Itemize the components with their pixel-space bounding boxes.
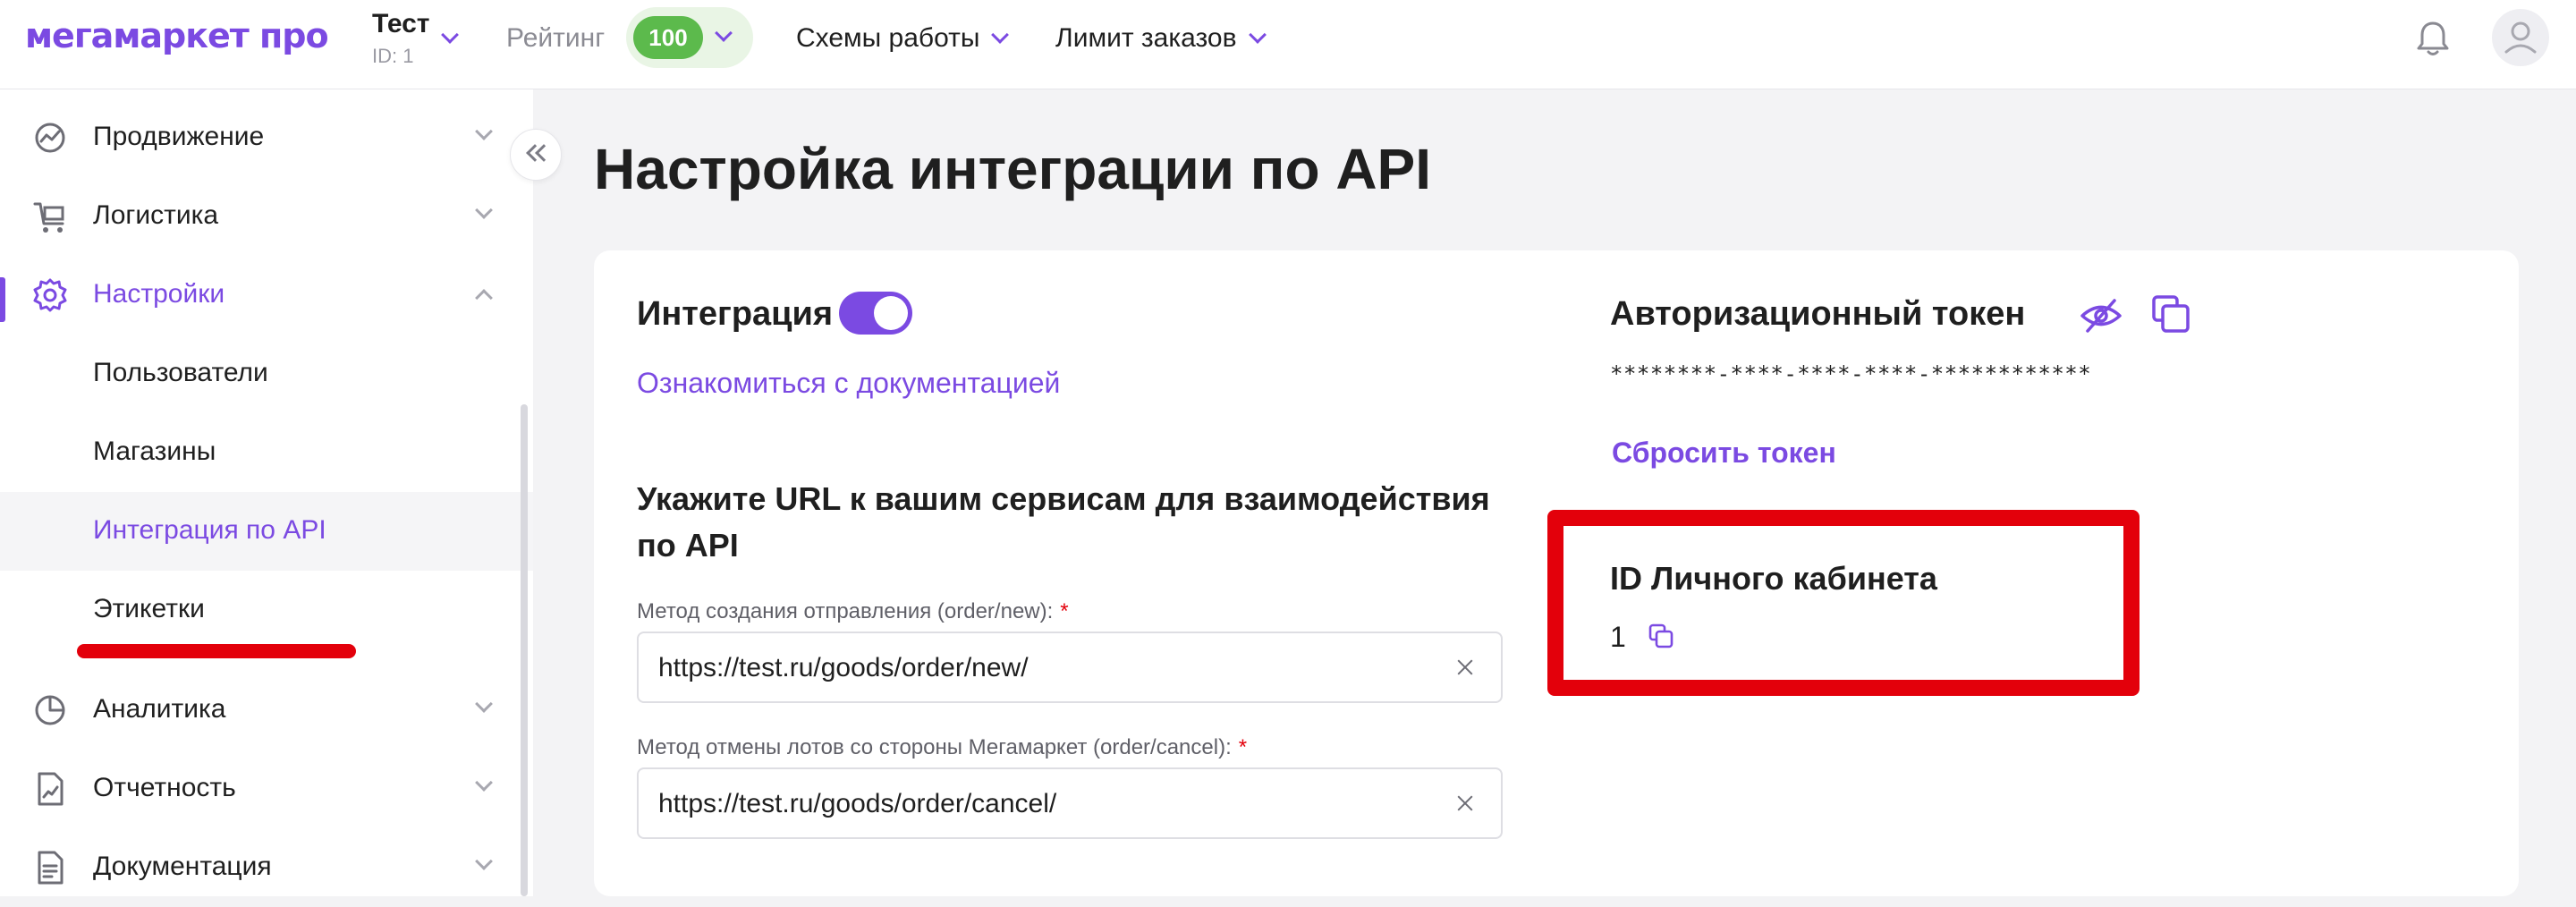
sidebar-item-promotion[interactable]: Продвижение: [0, 98, 533, 177]
field-label-text: Метод создания отправления (order/new):: [637, 599, 1054, 623]
eye-off-icon[interactable]: [2079, 295, 2123, 336]
nav-order-limit[interactable]: Лимит заказов: [1055, 23, 1267, 54]
order-cancel-url-value: https://test.ru/goods/order/cancel/: [658, 789, 1057, 818]
sidebar-subitem-label: Пользователи: [93, 358, 268, 387]
page-title: Настройка интеграции по API: [594, 137, 1431, 201]
sidebar-subitem-label: Этикетки: [93, 594, 205, 623]
clear-icon[interactable]: [1454, 793, 1476, 814]
sidebar-item-label: Логистика: [93, 200, 219, 230]
promotion-chart-icon: [35, 123, 65, 153]
nav-order-limit-label: Лимит заказов: [1055, 23, 1237, 53]
rating-label: Рейтинг: [506, 23, 606, 53]
sidebar-item-label: Настройки: [93, 279, 225, 309]
sidebar-subitem-label: Магазины: [93, 437, 216, 466]
sidebar-item-reports[interactable]: Отчетность: [0, 750, 533, 828]
gear-icon: [33, 278, 67, 312]
token-masked-value: ********-****-****-****-************: [1610, 361, 2092, 386]
sidebar-subitem-api-integration[interactable]: Интеграция по API: [0, 492, 533, 571]
sidebar-item-label: Аналитика: [93, 694, 226, 724]
cabinet-id-title: ID Личного кабинета: [1610, 560, 1937, 597]
field-label-order-new: Метод создания отправления (order/new): *: [637, 599, 1069, 624]
sidebar-item-logistics[interactable]: Логистика: [0, 177, 533, 256]
sidebar-item-documentation[interactable]: Документация: [0, 828, 533, 907]
sidebar-item-analytics[interactable]: Аналитика: [0, 671, 533, 750]
sidebar-subitem-labels[interactable]: Этикетки: [0, 571, 533, 649]
sidebar-item-settings[interactable]: Настройки: [0, 256, 533, 335]
copy-icon[interactable]: [2150, 293, 2191, 335]
chevron-down-icon: [475, 852, 493, 870]
reset-token-link[interactable]: Сбросить токен: [1612, 437, 1836, 470]
highlight-box: [1547, 510, 2140, 696]
order-cancel-url-input[interactable]: https://test.ru/goods/order/cancel/: [637, 767, 1503, 839]
top-bar: мегамаркет про Тест ID: 1 Рейтинг 100 Сх…: [0, 0, 2576, 89]
nav-work-schemes-label: Схемы работы: [796, 23, 980, 53]
cabinet-id-value: 1: [1610, 621, 1626, 653]
integration-title: Интеграция: [637, 295, 834, 333]
account-name: Тест: [372, 9, 430, 38]
document-icon: [38, 851, 64, 885]
chevron-down-icon[interactable]: [715, 24, 733, 42]
integration-toggle[interactable]: [839, 292, 912, 335]
order-new-url-value: https://test.ru/goods/order/new/: [658, 653, 1029, 682]
chevron-down-icon[interactable]: [441, 26, 459, 44]
urls-section-title: Укажите URL к вашим сервисам для взаимод…: [637, 480, 1490, 564]
chevron-down-icon: [991, 26, 1010, 44]
chevron-down-icon: [475, 774, 493, 792]
chevron-down-icon: [475, 201, 493, 219]
sidebar-subitem-users[interactable]: Пользователи: [0, 335, 533, 413]
cart-icon: [33, 202, 64, 233]
toggle-knob: [874, 296, 908, 330]
copy-icon[interactable]: [1648, 623, 1674, 649]
sidebar-item-label: Продвижение: [93, 122, 265, 151]
rating-dropdown[interactable]: 100: [626, 7, 753, 68]
field-label-text: Метод отмены лотов со стороны Мегамаркет…: [637, 735, 1232, 759]
field-label-order-cancel: Метод отмены лотов со стороны Мегамаркет…: [637, 735, 1247, 760]
report-icon: [38, 772, 64, 806]
sidebar-scrollbar[interactable]: [521, 404, 528, 896]
account-id: ID: 1: [372, 45, 414, 67]
nav-work-schemes[interactable]: Схемы работы: [796, 23, 1010, 54]
required-mark: *: [1238, 735, 1248, 759]
collapse-sidebar-button[interactable]: [510, 129, 562, 181]
logo[interactable]: мегамаркет про: [25, 16, 329, 55]
sidebar-item-label: Документация: [93, 852, 272, 881]
sidebar-subitem-label: Интеграция по API: [93, 515, 326, 545]
documentation-link[interactable]: Ознакомиться с документацией: [637, 367, 1060, 400]
pie-chart-icon: [35, 695, 65, 725]
sidebar-item-label: Отчетность: [93, 773, 236, 802]
sidebar-subitem-shops[interactable]: Магазины: [0, 413, 533, 492]
clear-icon[interactable]: [1454, 657, 1476, 678]
sidebar: Продвижение Логистика Настройки Пользова…: [0, 89, 533, 896]
user-avatar-icon[interactable]: [2492, 9, 2549, 66]
chevron-down-icon: [1248, 26, 1267, 44]
required-mark: *: [1060, 599, 1069, 623]
rating-badge: 100: [633, 16, 703, 59]
chevron-down-icon: [475, 123, 493, 140]
account-switcher[interactable]: Тест ID: 1: [372, 9, 459, 67]
order-new-url-input[interactable]: https://test.ru/goods/order/new/: [637, 632, 1503, 703]
bell-icon[interactable]: [2410, 16, 2456, 63]
token-title: Авторизационный токен: [1610, 295, 2026, 333]
chevron-up-icon: [475, 289, 493, 307]
chevron-down-icon: [475, 695, 493, 713]
